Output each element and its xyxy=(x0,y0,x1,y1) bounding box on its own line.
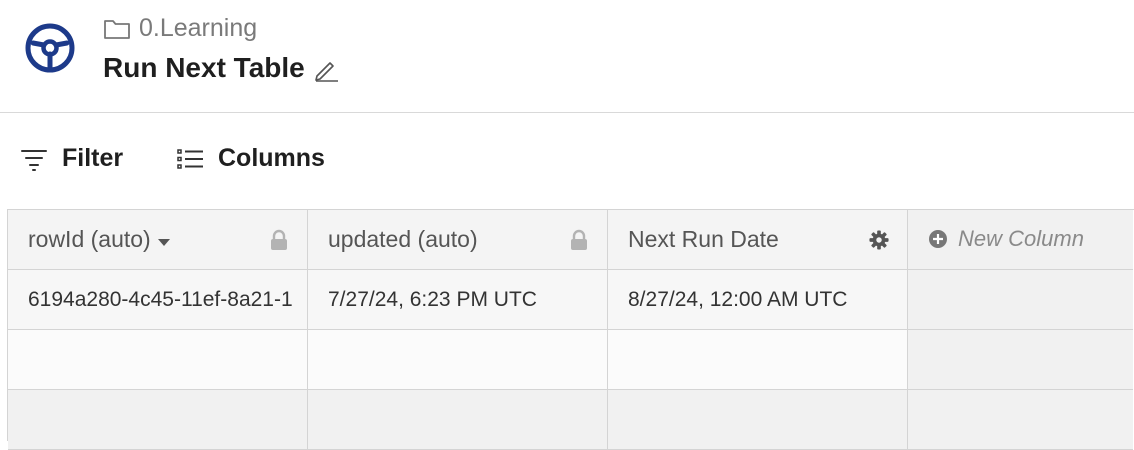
new-column-button[interactable]: New Column xyxy=(928,226,1084,252)
new-column-label: New Column xyxy=(958,226,1084,251)
table-row xyxy=(8,330,1133,390)
table-cell[interactable] xyxy=(8,390,308,450)
data-table: rowId (auto) updated (auto) Next Run Dat… xyxy=(7,209,1134,450)
pencil-edit-icon[interactable] xyxy=(313,56,339,82)
column-header-label-wrap: rowId (auto) xyxy=(28,226,171,253)
filter-icon xyxy=(21,149,47,171)
folder-icon xyxy=(104,19,130,39)
new-column-header[interactable]: New Column xyxy=(908,210,1133,270)
column-header-label: rowId (auto) xyxy=(28,226,151,252)
table-cell[interactable]: 7/27/24, 6:23 PM UTC xyxy=(308,270,608,330)
column-header-label-wrap: Next Run Date xyxy=(628,226,779,253)
plus-circle-icon xyxy=(929,230,947,248)
table-cell[interactable] xyxy=(308,330,608,390)
columns-label: Columns xyxy=(218,144,325,172)
cell-value: 6194a280-4c45-11ef-8a21-1 xyxy=(28,288,293,311)
table-cell[interactable]: 6194a280-4c45-11ef-8a21-1 xyxy=(8,270,308,330)
filter-button[interactable]: Filter xyxy=(20,144,123,173)
filter-label: Filter xyxy=(62,144,124,172)
table-cell xyxy=(908,270,1133,330)
column-header-label-wrap: updated (auto) xyxy=(328,226,478,253)
breadcrumb-folder-label: 0.Learning xyxy=(139,14,258,42)
table-cell[interactable] xyxy=(608,330,908,390)
table-row: 6194a280-4c45-11ef-8a21-1 7/27/24, 6:23 … xyxy=(8,270,1133,330)
lock-icon xyxy=(571,229,587,250)
cell-value: 7/27/24, 6:23 PM UTC xyxy=(328,288,537,311)
table-cell[interactable] xyxy=(8,330,308,390)
column-header-updated[interactable]: updated (auto) xyxy=(308,210,608,270)
table-cell xyxy=(908,390,1133,450)
list-columns-icon xyxy=(177,148,203,169)
page-title-text: Run Next Table xyxy=(103,52,305,83)
table-cell[interactable] xyxy=(308,390,608,450)
app-header: 0.Learning Run Next Table xyxy=(0,0,1134,113)
table-toolbar: Filter Columns xyxy=(0,130,1134,190)
column-header-label: updated (auto) xyxy=(328,226,478,252)
column-header-label: Next Run Date xyxy=(628,226,779,252)
table-header-row: rowId (auto) updated (auto) Next Run Dat… xyxy=(8,210,1133,270)
gear-icon[interactable] xyxy=(869,229,889,251)
steering-wheel-logo-icon[interactable] xyxy=(24,22,76,74)
page-title: Run Next Table xyxy=(103,52,339,84)
caret-down-icon[interactable] xyxy=(157,237,171,247)
table-row xyxy=(8,390,1133,450)
column-header-rowid[interactable]: rowId (auto) xyxy=(8,210,308,270)
lock-icon xyxy=(271,229,287,250)
table-cell[interactable]: 8/27/24, 12:00 AM UTC xyxy=(608,270,908,330)
column-header-next-run-date[interactable]: Next Run Date xyxy=(608,210,908,270)
table-cell xyxy=(908,330,1133,390)
table-cell[interactable] xyxy=(608,390,908,450)
cell-value: 8/27/24, 12:00 AM UTC xyxy=(628,288,848,311)
breadcrumb[interactable]: 0.Learning xyxy=(103,14,257,43)
columns-button[interactable]: Columns xyxy=(176,144,325,173)
